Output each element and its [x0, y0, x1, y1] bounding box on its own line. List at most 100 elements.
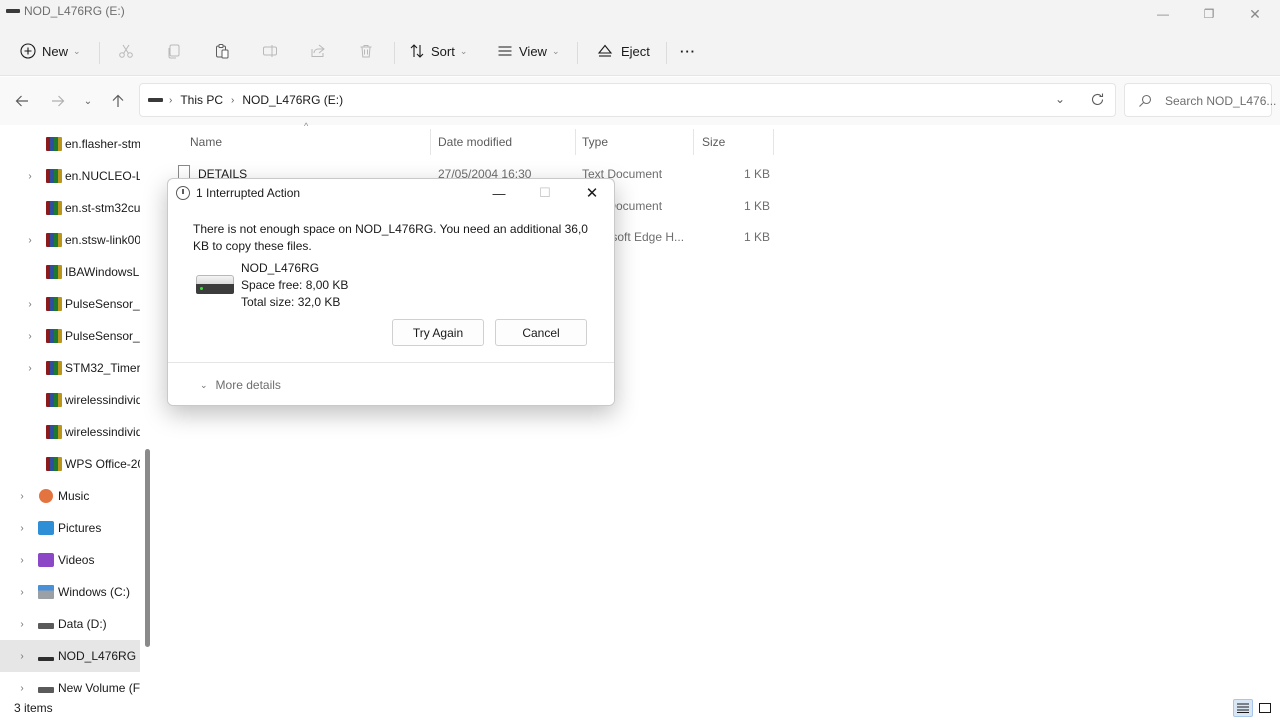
copy-icon	[168, 44, 180, 59]
restore-button[interactable]: ❐	[1186, 0, 1232, 28]
nav-item-wireless-2[interactable]: wirelessindividual	[0, 416, 140, 448]
rename-button[interactable]	[262, 36, 278, 66]
nav-item-nod-l476rg[interactable]: › NOD_L476RG (E:)	[0, 640, 140, 672]
view-button[interactable]: View ⌄	[497, 36, 560, 66]
nav-item-label: en.NUCLEO-L476RG	[65, 169, 140, 183]
column-header-type[interactable]: Type	[576, 129, 694, 155]
dialog-title: 1 Interrupted Action	[176, 186, 300, 200]
chevron-right-icon[interactable]: ›	[24, 299, 36, 310]
nav-item-stm32cube[interactable]: en.st-stm32cube	[0, 192, 140, 224]
rar-archive-icon	[46, 329, 62, 343]
rar-archive-icon	[46, 201, 62, 215]
nav-item-pulsesensor-2[interactable]: › PulseSensor_P	[0, 320, 140, 352]
chevron-right-icon[interactable]: ›	[16, 619, 28, 630]
address-history-button[interactable]: ⌄	[1055, 92, 1065, 106]
nav-item-label: New Volume (F:)	[58, 681, 140, 695]
chevron-right-icon[interactable]: ›	[16, 555, 28, 566]
delete-button[interactable]	[358, 36, 374, 66]
new-button[interactable]: New ⌄	[20, 36, 81, 66]
search-input[interactable]: Search NOD_L476...	[1165, 94, 1276, 108]
hard-drive-icon	[196, 275, 234, 295]
nav-item-stm32-timer[interactable]: › STM32_TimerI	[0, 352, 140, 384]
nav-item-flasher[interactable]: en.flasher-stm32	[0, 128, 140, 160]
nav-item-new-volume-f[interactable]: › New Volume (F:)	[0, 672, 140, 696]
chevron-right-icon[interactable]: ›	[16, 523, 28, 534]
chevron-right-icon[interactable]: ›	[16, 651, 28, 662]
rar-archive-icon	[46, 265, 62, 279]
forward-button[interactable]	[46, 89, 70, 113]
arrow-right-icon	[52, 95, 65, 107]
view-list-icon	[498, 46, 512, 56]
nav-item-wps-office[interactable]: WPS Office-2023	[0, 448, 140, 480]
up-button[interactable]	[106, 89, 130, 113]
chevron-down-icon: ⌄	[73, 45, 81, 56]
window-title-text: NOD_L476RG (E:)	[24, 4, 125, 18]
rar-archive-icon	[46, 393, 62, 407]
breadcrumb-this-pc[interactable]: This PC	[180, 93, 223, 107]
close-button[interactable]: ✕	[1232, 0, 1278, 28]
nav-item-pulsesensor-1[interactable]: › PulseSensor_P	[0, 288, 140, 320]
back-button[interactable]	[10, 89, 34, 113]
title-bar: NOD_L476RG (E:) — ❐ ✕	[0, 0, 1280, 28]
column-header-date[interactable]: Date modified	[432, 129, 576, 155]
chevron-right-icon[interactable]: ›	[24, 171, 36, 182]
dialog-minimize-button[interactable]: —	[483, 181, 515, 205]
chevron-right-icon[interactable]: ›	[24, 331, 36, 342]
dialog-maximize-button[interactable]: ☐	[529, 181, 561, 205]
search-box[interactable]: Search NOD_L476...	[1124, 83, 1276, 117]
cancel-button[interactable]: Cancel	[495, 319, 587, 346]
breadcrumb-drive[interactable]: NOD_L476RG (E:)	[242, 93, 343, 107]
nav-item-stsw-link[interactable]: › en.stsw-link007	[0, 224, 140, 256]
chevron-right-icon[interactable]: ›	[16, 587, 28, 598]
chevron-down-icon: ⌄	[551, 45, 560, 56]
nav-item-music[interactable]: › Music	[0, 480, 140, 512]
chevron-right-icon[interactable]: ›	[24, 363, 36, 374]
more-options-button[interactable]: ···	[680, 36, 696, 66]
copy-button[interactable]	[166, 36, 182, 66]
nav-item-windows-c[interactable]: › Windows (C:)	[0, 576, 140, 608]
eject-label: Eject	[621, 43, 650, 59]
separator	[99, 42, 100, 64]
drive-icon	[38, 687, 54, 693]
new-label: New	[42, 43, 69, 59]
music-icon	[39, 489, 53, 503]
nav-scrollbar[interactable]	[145, 449, 150, 647]
rar-archive-icon	[46, 297, 62, 311]
paste-button[interactable]	[214, 36, 230, 66]
chevron-right-icon[interactable]: ›	[24, 235, 36, 246]
eject-button[interactable]: Eject	[597, 36, 650, 66]
breadcrumb: › This PC › NOD_L476RG (E:)	[148, 93, 343, 107]
sort-button[interactable]: Sort ⌄	[409, 36, 467, 66]
chevron-right-icon[interactable]: ›	[16, 491, 28, 502]
nav-item-pictures[interactable]: › Pictures	[0, 512, 140, 544]
total-size: Total size: 32,0 KB	[241, 295, 341, 309]
chevron-right-icon[interactable]: ›	[16, 683, 28, 694]
column-header-label: Size	[702, 135, 726, 149]
cut-button[interactable]	[118, 36, 134, 66]
nav-item-videos[interactable]: › Videos	[0, 544, 140, 576]
nav-item-ibawindows[interactable]: IBAWindowsL	[0, 256, 140, 288]
column-header-size[interactable]: Size	[696, 129, 774, 155]
details-view-button[interactable]	[1233, 699, 1253, 717]
dialog-footer: ⌄ More details	[168, 362, 614, 405]
paste-icon	[216, 44, 229, 59]
column-header-name[interactable]: Name	[184, 129, 431, 155]
trash-icon	[360, 45, 372, 58]
scissors-icon	[119, 44, 133, 58]
nav-item-label: Data (D:)	[58, 617, 107, 631]
interrupted-action-dialog: 1 Interrupted Action — ☐ ✕ There is not …	[167, 178, 615, 406]
address-bar[interactable]: › This PC › NOD_L476RG (E:) ⌄	[139, 83, 1116, 117]
dialog-close-button[interactable]: ✕	[576, 181, 608, 205]
share-button[interactable]	[310, 36, 326, 66]
minimize-button[interactable]: —	[1140, 0, 1186, 28]
refresh-button[interactable]	[1090, 92, 1105, 110]
nav-item-label: wirelessindividual	[65, 393, 140, 407]
file-size: 1 KB	[744, 230, 771, 244]
nav-item-wireless-1[interactable]: wirelessindividual	[0, 384, 140, 416]
nav-item-data-d[interactable]: › Data (D:)	[0, 608, 140, 640]
tiles-view-button[interactable]	[1255, 699, 1275, 717]
nav-item-nucleo[interactable]: › en.NUCLEO-L476RG	[0, 160, 140, 192]
more-details-toggle[interactable]: ⌄ More details	[200, 378, 281, 392]
recent-locations-button[interactable]: ⌄	[76, 89, 100, 113]
try-again-button[interactable]: Try Again	[392, 319, 484, 346]
